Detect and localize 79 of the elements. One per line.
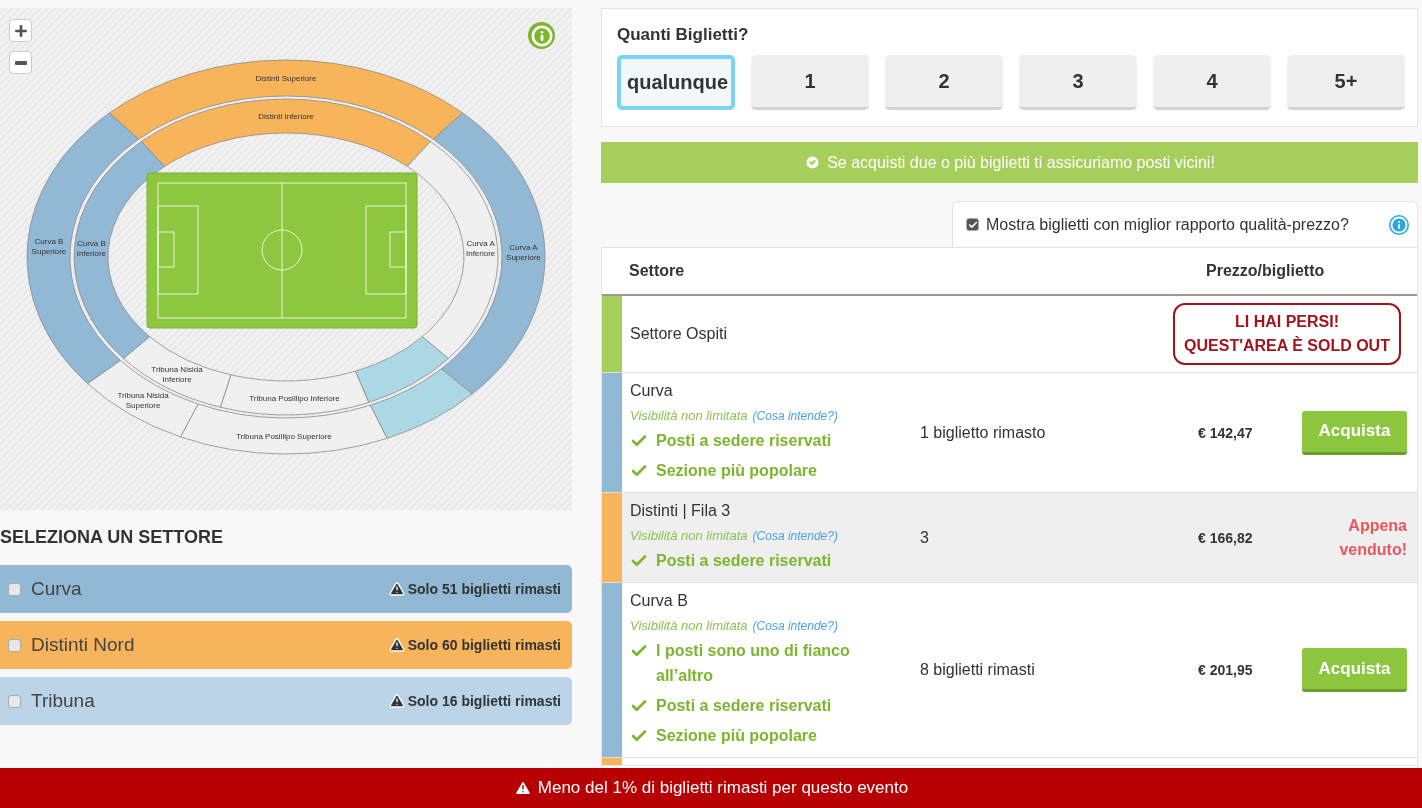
best-value-tab[interactable]: Mostra biglietti con miglior rapporto qualità-prezzo? [952, 201, 1418, 247]
best-value-label: Mostra biglietti con miglior rapporto qualità-prezzo? [986, 215, 1350, 234]
info-icon[interactable] [1389, 214, 1409, 235]
sector-label: Tribuna Nisida Inferiore [151, 364, 203, 384]
plus-icon [12, 22, 29, 39]
tickets-left-text: Solo 16 biglietti rimasti [407, 693, 561, 709]
visibility-text: Visibilità non limitata [630, 618, 748, 633]
availability-text: 3 [920, 528, 929, 547]
check-circle-icon [804, 154, 822, 171]
tickets-left-text: Solo 51 biglietti rimasti [407, 581, 561, 597]
sector-label: Distinti Superiore [255, 74, 317, 83]
sector-filter-row[interactable]: Tribuna Solo 16 biglietti rimasti [0, 677, 572, 725]
warning-icon [388, 637, 405, 653]
sector-filter-label: Distinti Nord [31, 634, 136, 656]
sector-filter-row[interactable]: Distinti Nord Solo 60 biglietti rimasti [0, 621, 572, 669]
notice-text: Se acquisti due o più biglietti ti assicuriamo posti vicini! [827, 153, 1215, 172]
stadium-sector[interactable] [220, 370, 370, 416]
stadium-sector[interactable] [180, 403, 388, 455]
feature-text: Posti a sedere riservati [656, 431, 832, 451]
warning-icon [388, 581, 405, 597]
sector-name: Curva B [630, 592, 689, 610]
info-icon[interactable] [528, 22, 555, 49]
stadium-sector[interactable] [370, 368, 473, 439]
feature-text: Sezione più popolare [656, 726, 817, 746]
column-header: Prezzo/biglietto [1206, 262, 1326, 280]
ticket-price: € 142,47 [1198, 424, 1253, 441]
alert-text: Meno del 1% di biglietti rimasti per questo evento [537, 778, 909, 798]
stadium-sector[interactable] [141, 98, 431, 167]
quantity-option[interactable]: 3 [1019, 55, 1137, 110]
stadium-sector[interactable] [108, 59, 464, 140]
quantity-option[interactable]: 4 [1153, 55, 1271, 110]
sold-out-notice: LI HAI PERSI! QUEST'AREA È SOLD OUT [1173, 303, 1401, 365]
ticket-price: € 201,95 [1198, 662, 1253, 678]
column-header: Settore [628, 262, 686, 280]
sector-label: Curva A Inferiore [465, 239, 496, 259]
sector-label: Tribuna Posillipo Superiore [236, 432, 332, 441]
minus-icon [14, 60, 27, 65]
sector-filter-label: Tribuna [31, 690, 96, 712]
zoom-in-button[interactable] [9, 19, 32, 42]
availability-text: 8 biglietti rimasti [920, 661, 1035, 679]
stadium-sector[interactable] [355, 336, 449, 403]
sold-status: Appena venduto! [1338, 515, 1407, 560]
checkbox[interactable] [8, 694, 21, 708]
quantity-option[interactable]: 1 [751, 55, 869, 110]
zoom-out-button[interactable] [9, 51, 32, 74]
feature-text: Sezione più popolare [656, 461, 817, 481]
warning-icon [513, 779, 532, 797]
sector-filter-row[interactable]: Curva Solo 51 biglietti rimasti [0, 565, 572, 613]
sector-label: Tribuna Posillipo Inferiore [249, 393, 340, 403]
sector-label: Curva B Inferiore [76, 239, 107, 259]
tickets-left-text: Solo 60 biglietti rimasti [407, 637, 561, 653]
availability-text: 1 biglietto rimasto [920, 423, 1046, 442]
quantity-option[interactable]: qualunque [617, 55, 735, 110]
sector-filter-label: Curva [31, 578, 83, 600]
stadium-sector[interactable] [74, 141, 165, 359]
sector-label: Curva A Superiore [506, 243, 541, 263]
quantity-option[interactable]: 2 [885, 55, 1003, 110]
sector-label: Curva B Superiore [31, 237, 67, 257]
warning-icon [388, 693, 405, 709]
feature-text: Posti a sedere riservati [656, 551, 832, 571]
sector-label: Distinti Inferiore [258, 112, 314, 121]
quantity-option[interactable]: 5+ [1287, 55, 1405, 110]
visibility-text: Visibilità non limitata [630, 408, 748, 423]
stadium-sector[interactable] [27, 112, 140, 385]
ticket-price: € 166,82 [1198, 529, 1253, 546]
sector-name: Settore Ospiti [630, 325, 728, 343]
checkbox[interactable] [8, 638, 21, 652]
checkbox[interactable] [966, 218, 979, 231]
sector-name: Curva [630, 382, 674, 400]
checkbox[interactable] [8, 582, 21, 596]
feature-text: I posti sono uno di fianco all’altro [656, 641, 851, 686]
stadium-sector[interactable] [407, 141, 498, 359]
feature-text: Posti a sedere riservati [656, 696, 832, 716]
stadium-sector[interactable] [432, 112, 546, 395]
quantity-title: Quanti Biglietti? [617, 25, 750, 45]
sector-label: Tribuna Nisida Superiore [117, 390, 169, 410]
visibility-text: Visibilità non limitata [630, 528, 748, 543]
sector-name: Distinti | Fila 3 [630, 502, 732, 520]
section-title: SELEZIONA UN SETTORE [0, 527, 225, 549]
